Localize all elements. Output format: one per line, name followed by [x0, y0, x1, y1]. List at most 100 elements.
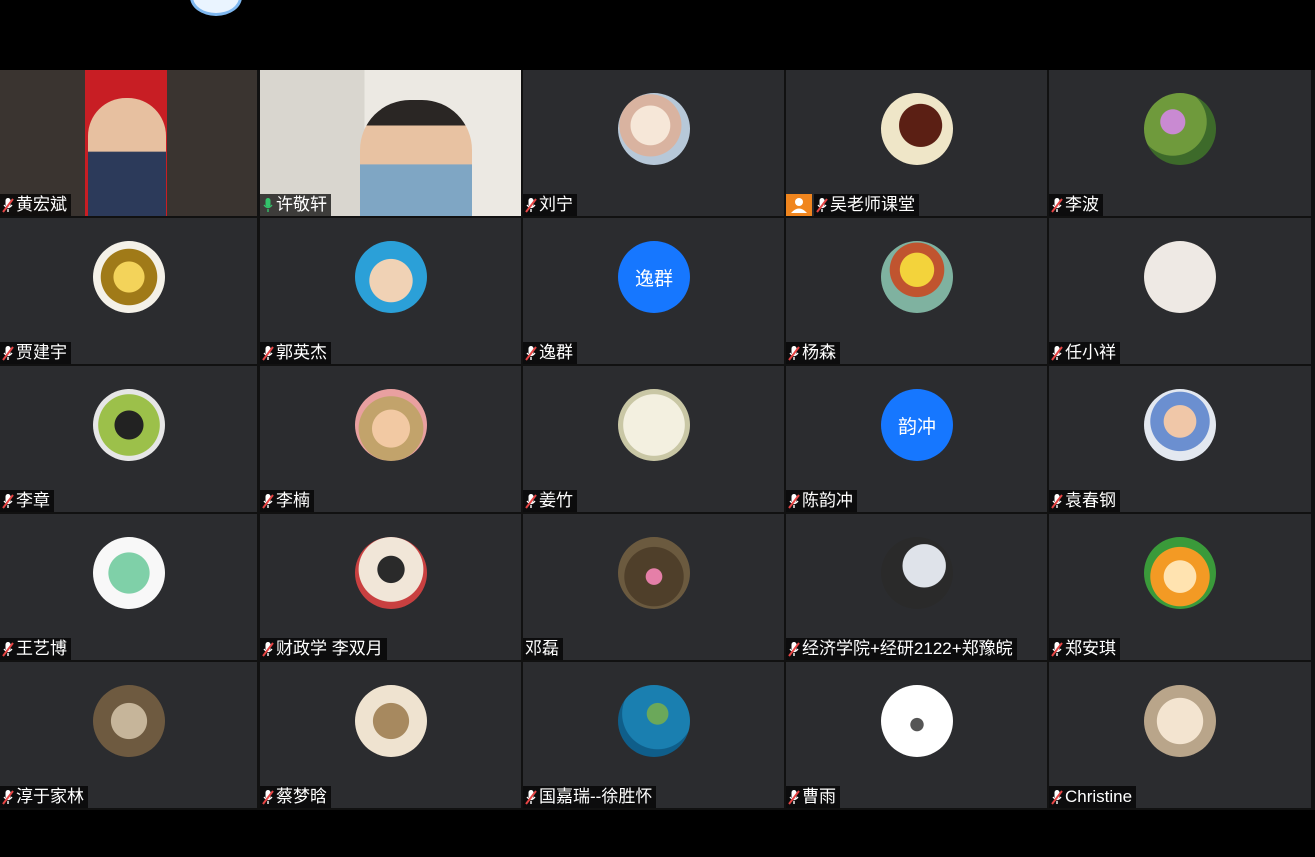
- participant-name: 邓磊: [525, 639, 559, 658]
- participant-nameplate: 李章: [0, 490, 54, 512]
- mic-muted-icon: [2, 641, 14, 657]
- participant-tile[interactable]: 郭英杰: [260, 218, 521, 364]
- participant-tile[interactable]: 郑安琪: [1049, 514, 1311, 660]
- participant-tile[interactable]: 黄宏斌: [0, 70, 257, 216]
- participant-nameplate: 贾建宇: [0, 342, 71, 364]
- participant-grid: 黄宏斌 许敬轩 刘宁 吴老师课堂 李波 贾建宇 郭英杰 逸群 逸群 杨森 任小祥 李章 李楠 姜竹 韵冲 陈韵…: [0, 70, 1315, 810]
- participant-nameplate: 刘宁: [523, 194, 577, 216]
- participant-nameplate: 许敬轩: [260, 194, 331, 216]
- participant-tile[interactable]: 蔡梦晗: [260, 662, 521, 808]
- top-avatar-icon[interactable]: [190, 0, 242, 16]
- participant-nameplate: 陈韵冲: [786, 490, 857, 512]
- cartoon-man-avatar: [1144, 389, 1216, 461]
- participant-tile[interactable]: 李波: [1049, 70, 1311, 216]
- mic-muted-icon: [1051, 197, 1063, 213]
- participant-tile[interactable]: 吴老师课堂: [786, 70, 1047, 216]
- cartoon-bunny-avatar: [618, 93, 690, 165]
- participant-tile[interactable]: 国嘉瑞--徐胜怀: [523, 662, 784, 808]
- participant-tile[interactable]: 姜竹: [523, 366, 784, 512]
- island-sea-avatar: [618, 685, 690, 757]
- participant-tile[interactable]: 李章: [0, 366, 257, 512]
- participant-tile[interactable]: 邓磊: [523, 514, 784, 660]
- host-badge-icon: [786, 194, 812, 216]
- participant-name: 贾建宇: [16, 343, 67, 362]
- mic-muted-icon: [1051, 789, 1063, 805]
- mic-muted-icon: [1051, 641, 1063, 657]
- participant-nameplate: 吴老师课堂: [814, 194, 919, 216]
- mic-muted-icon: [2, 197, 14, 213]
- participant-tile[interactable]: 刘宁: [523, 70, 784, 216]
- top-bar: [0, 0, 1315, 70]
- participant-name: 袁春钢: [1065, 491, 1116, 510]
- participant-nameplate: 曹雨: [786, 786, 840, 808]
- participant-name: 姜竹: [539, 491, 573, 510]
- mic-muted-icon: [525, 789, 537, 805]
- participant-tile[interactable]: 许敬轩: [260, 70, 521, 216]
- mic-muted-icon: [2, 345, 14, 361]
- mic-muted-icon: [816, 197, 828, 213]
- person-outdoor-avatar: [93, 389, 165, 461]
- mic-muted-icon: [262, 493, 274, 509]
- participant-nameplate: 经济学院+经研2122+郑豫皖: [786, 638, 1017, 660]
- drawing-girl-avatar: [355, 685, 427, 757]
- bamboo-avatar: [618, 389, 690, 461]
- participant-tile[interactable]: 王艺博: [0, 514, 257, 660]
- mic-muted-icon: [788, 493, 800, 509]
- participant-name: 曹雨: [802, 787, 836, 806]
- participant-nameplate: 李楠: [260, 490, 314, 512]
- mic-muted-icon: [2, 493, 14, 509]
- participant-person: [88, 98, 166, 216]
- mic-muted-icon: [525, 493, 537, 509]
- small-figure-avatar: [881, 685, 953, 757]
- participant-tile[interactable]: 经济学院+经研2122+郑豫皖: [786, 514, 1047, 660]
- participant-nameplate: 国嘉瑞--徐胜怀: [523, 786, 657, 808]
- mic-muted-icon: [2, 789, 14, 805]
- participant-nameplate: 袁春钢: [1049, 490, 1120, 512]
- green-dino-avatar: [93, 537, 165, 609]
- avatar-initials: 逸群: [618, 241, 690, 313]
- participant-name: 逸群: [539, 343, 573, 362]
- cartoon-boy-avatar: [881, 241, 953, 313]
- cartoon-lion-avatar: [1144, 537, 1216, 609]
- participant-name: 李楠: [276, 491, 310, 510]
- participant-name: 黄宏斌: [16, 195, 67, 214]
- participant-name: 陈韵冲: [802, 491, 853, 510]
- participant-nameplate: 王艺博: [0, 638, 71, 660]
- mic-muted-icon: [788, 345, 800, 361]
- child-hat-avatar: [355, 389, 427, 461]
- avatar-initials: 韵冲: [881, 389, 953, 461]
- participant-tile[interactable]: Christine: [1049, 662, 1311, 808]
- mic-active-icon: [262, 197, 274, 213]
- participant-name: 财政学 李双月: [276, 639, 383, 658]
- flowers-avatar: [1144, 93, 1216, 165]
- participant-nameplate: 财政学 李双月: [260, 638, 387, 660]
- glasses-man-sketch-avatar: [881, 93, 953, 165]
- participant-tile[interactable]: 杨森: [786, 218, 1047, 364]
- participant-tile[interactable]: 韵冲陈韵冲: [786, 366, 1047, 512]
- participant-name: 任小祥: [1065, 343, 1116, 362]
- participant-tile[interactable]: 财政学 李双月: [260, 514, 521, 660]
- mic-muted-icon: [262, 641, 274, 657]
- participant-tile[interactable]: 曹雨: [786, 662, 1047, 808]
- gold-gear-avatar: [93, 241, 165, 313]
- face-closeup-avatar: [881, 537, 953, 609]
- participant-tile[interactable]: 任小祥: [1049, 218, 1311, 364]
- participant-tile[interactable]: 贾建宇: [0, 218, 257, 364]
- participant-tile[interactable]: 袁春钢: [1049, 366, 1311, 512]
- bald-cartoon-avatar: [355, 241, 427, 313]
- participant-nameplate: 任小祥: [1049, 342, 1120, 364]
- participant-tile[interactable]: 淳于家林: [0, 662, 257, 808]
- participant-nameplate: 郑安琪: [1049, 638, 1120, 660]
- participant-name: 淳于家林: [16, 787, 84, 806]
- participant-name: 李章: [16, 491, 50, 510]
- participant-tile[interactable]: 李楠: [260, 366, 521, 512]
- mic-muted-icon: [525, 345, 537, 361]
- mic-muted-icon: [788, 789, 800, 805]
- participant-name: 经济学院+经研2122+郑豫皖: [802, 639, 1013, 658]
- participant-name: 郑安琪: [1065, 639, 1116, 658]
- participant-nameplate: 姜竹: [523, 490, 577, 512]
- participant-nameplate: 蔡梦晗: [260, 786, 331, 808]
- participant-tile[interactable]: 逸群 逸群: [523, 218, 784, 364]
- participant-name: 郭英杰: [276, 343, 327, 362]
- participant-nameplate: 杨森: [786, 342, 840, 364]
